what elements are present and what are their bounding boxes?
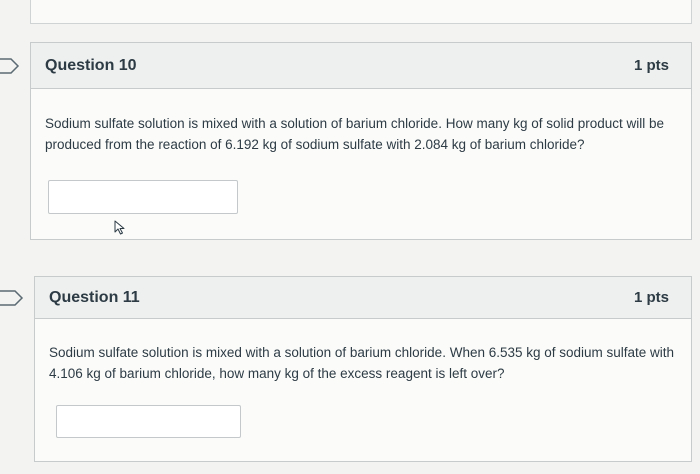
question-points: 1 pts [633, 289, 669, 306]
answer-input[interactable] [48, 180, 238, 214]
flag-question-10-icon[interactable] [0, 58, 20, 74]
question-points: 1 pts [633, 57, 669, 74]
question-title: Question 10 [45, 56, 137, 74]
flag-question-11-icon[interactable] [0, 290, 24, 306]
question-card-11: Question 11 1 pts Sodium sulfate solutio… [34, 276, 692, 462]
answer-input[interactable] [56, 405, 241, 438]
question-title: Question 11 [49, 288, 140, 306]
question-text: Sodium sulfate solution is mixed with a … [49, 345, 675, 381]
mouse-pointer-icon [114, 220, 125, 235]
question-card-10: Question 10 1 pts Sodium sulfate solutio… [30, 42, 692, 240]
question-header: Question 10 1 pts [31, 43, 691, 89]
previous-question-card [30, 0, 692, 24]
question-header: Question 11 1 pts [35, 277, 691, 319]
question-text: Sodium sulfate solution is mixed with a … [45, 116, 665, 152]
